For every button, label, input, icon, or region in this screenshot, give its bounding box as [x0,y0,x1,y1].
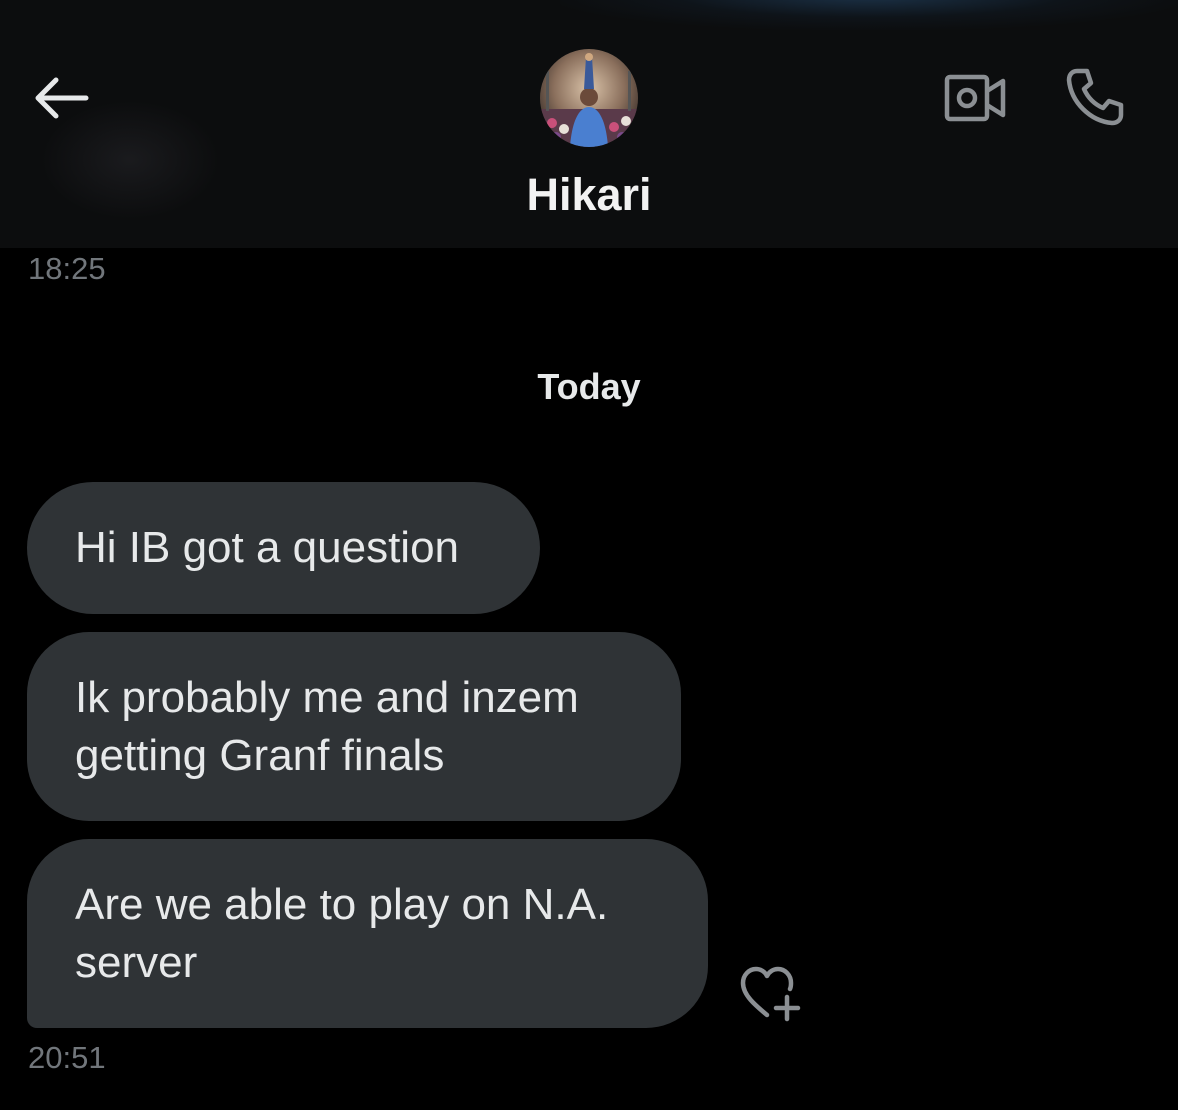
contact-avatar[interactable] [540,49,638,147]
phone-icon [1066,68,1124,126]
video-camera-icon [944,74,1006,122]
message-timestamp: 20:51 [28,1040,106,1075]
message-bubble[interactable]: Ik probably me and inzem getting Granf f… [27,632,681,821]
conversation-header: Hikari [0,0,1178,248]
avatar-photo [540,49,638,147]
message-text: Hi IB got a question [75,523,460,572]
header-background-glow [560,0,1178,30]
message-text: Ik probably me and inzem getting Granf f… [75,672,579,780]
message-timestamp: 18:25 [28,251,106,286]
dm-conversation-screen: Hikari 18:25 Today Hi IB got a question … [0,0,1178,1110]
message-bubble[interactable]: Are we able to play on N.A. server [27,839,708,1028]
voice-call-button[interactable] [1060,64,1130,130]
video-call-button[interactable] [940,70,1010,126]
message-bubble[interactable]: Hi IB got a question [27,482,540,614]
heart-plus-icon [740,966,801,1022]
day-divider: Today [537,366,641,407]
contact-name[interactable]: Hikari [389,166,789,224]
add-reaction-button[interactable] [734,962,806,1024]
back-button[interactable] [28,70,92,126]
arrow-left-icon [35,77,89,119]
message-text: Are we able to play on N.A. server [75,879,609,987]
